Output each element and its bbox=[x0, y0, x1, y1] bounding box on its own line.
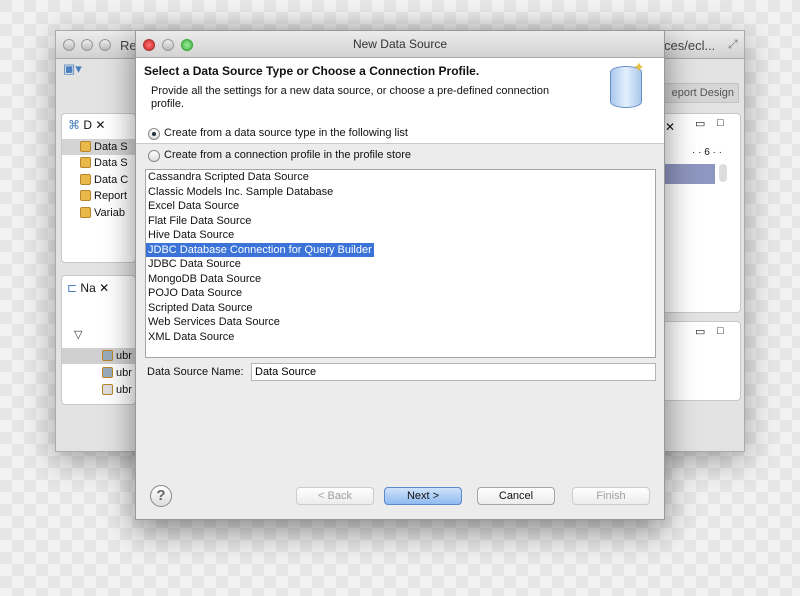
dialog-titlebar: New Data Source bbox=[136, 31, 664, 58]
nav-item[interactable]: ubr bbox=[102, 365, 132, 381]
list-item[interactable]: POJO Data Source bbox=[146, 286, 655, 301]
new-data-source-dialog: New Data Source Select a Data Source Typ… bbox=[135, 30, 665, 520]
list-item-label: Classic Models Inc. Sample Database bbox=[148, 185, 334, 198]
dialog-minimize-button[interactable] bbox=[162, 39, 174, 51]
list-item[interactable]: XML Data Source bbox=[146, 330, 655, 345]
list-item-label: JDBC Database Connection for Query Build… bbox=[146, 242, 374, 257]
data-source-name-input[interactable] bbox=[251, 363, 656, 381]
radio-create-from-profile[interactable] bbox=[148, 150, 160, 162]
dialog-title: New Data Source bbox=[352, 37, 448, 51]
list-item[interactable]: Scripted Data Source bbox=[146, 301, 655, 316]
tree-item-report-parameters[interactable]: Report bbox=[80, 188, 127, 204]
list-item-label: Scripted Data Source bbox=[148, 301, 253, 314]
dialog-heading: Select a Data Source Type or Choose a Co… bbox=[144, 64, 480, 78]
list-item[interactable]: Web Services Data Source bbox=[146, 315, 655, 330]
close-button[interactable] bbox=[63, 39, 75, 51]
list-item-label: Hive Data Source bbox=[148, 229, 235, 241]
list-item-label: Flat File Data Source bbox=[148, 214, 252, 227]
list-item[interactable]: MongoDB Data Source bbox=[146, 272, 655, 287]
list-item[interactable]: JDBC Database Connection for Query Build… bbox=[146, 242, 655, 257]
list-item-label: MongoDB Data Source bbox=[148, 272, 262, 285]
tree-item-data-cubes[interactable]: Data C bbox=[80, 172, 128, 188]
next-button[interactable]: Next > bbox=[384, 487, 462, 505]
list-item[interactable]: JDBC Data Source bbox=[146, 257, 655, 272]
properties-panel: ▭ □ bbox=[661, 321, 741, 401]
editor-panel: ✕ ▭ □ · · 6 · · bbox=[661, 113, 741, 313]
list-item[interactable]: Cassandra Scripted Data Source bbox=[146, 170, 655, 185]
collapse-triangle-icon[interactable]: ▽ bbox=[74, 328, 82, 341]
cancel-button[interactable]: Cancel bbox=[477, 487, 555, 505]
list-item-label: XML Data Source bbox=[148, 330, 235, 343]
list-item-label: JDBC Data Source bbox=[148, 258, 241, 270]
dialog-close-button[interactable] bbox=[143, 39, 155, 51]
maximize-icon[interactable]: □ bbox=[717, 117, 724, 129]
list-item[interactable]: Classic Models Inc. Sample Database bbox=[146, 185, 655, 200]
new-icon[interactable]: ▣▾ bbox=[63, 61, 82, 77]
help-icon[interactable]: ? bbox=[150, 485, 172, 507]
minimize-icon[interactable]: ▭ bbox=[695, 117, 705, 130]
dialog-zoom-button[interactable] bbox=[181, 39, 193, 51]
navigator-panel: ⊏ Na ✕ ▽ ubr ubr ubr bbox=[61, 275, 136, 405]
minimize-button[interactable] bbox=[81, 39, 93, 51]
maximize-icon[interactable]: □ bbox=[717, 325, 724, 337]
perspective-report-design[interactable]: eport Design bbox=[664, 83, 739, 103]
scrollbar[interactable] bbox=[719, 164, 727, 182]
list-item-label: Excel Data Source bbox=[148, 200, 240, 212]
fullscreen-icon[interactable]: ⤢ bbox=[728, 37, 738, 52]
table-header bbox=[662, 164, 715, 184]
nav-item[interactable]: ubr bbox=[102, 382, 132, 398]
tree-item-data-sources[interactable]: Data S bbox=[80, 139, 128, 155]
window-title-path: ces/ecl... bbox=[664, 38, 716, 53]
dialog-description: Provide all the settings for a new data … bbox=[151, 85, 550, 110]
radio-create-from-type-label[interactable]: Create from a data source type in the fo… bbox=[164, 127, 408, 139]
radio-create-from-type[interactable] bbox=[148, 128, 160, 140]
data-source-type-list[interactable]: Cassandra Scripted Data Source Classic Mo… bbox=[145, 169, 656, 358]
list-item-label: Web Services Data Source bbox=[148, 316, 280, 328]
back-button[interactable]: < Back bbox=[296, 487, 374, 505]
nav-item[interactable]: ubr bbox=[102, 348, 132, 364]
tree-item-data-sets[interactable]: Data S bbox=[80, 155, 128, 171]
tree-item-variables[interactable]: Variab bbox=[80, 205, 125, 221]
data-explorer-panel: ⌘ D ✕ Data S Data S Data C Report Variab bbox=[61, 113, 136, 263]
list-item[interactable]: Flat File Data Source bbox=[146, 214, 655, 229]
list-item[interactable]: Excel Data Source bbox=[146, 199, 655, 214]
finish-button[interactable]: Finish bbox=[572, 487, 650, 505]
minimize-icon[interactable]: ▭ bbox=[695, 325, 705, 338]
list-item-label: Cassandra Scripted Data Source bbox=[148, 171, 309, 183]
sparkle-icon: ✦ bbox=[633, 59, 645, 75]
ruler: · · 6 · · bbox=[692, 147, 722, 158]
navigator-tab[interactable]: ⊏ Na ✕ bbox=[67, 281, 109, 295]
zoom-button[interactable] bbox=[99, 39, 111, 51]
radio-create-from-profile-label[interactable]: Create from a connection profile in the … bbox=[164, 149, 411, 161]
list-item-label: POJO Data Source bbox=[148, 287, 243, 299]
close-tab-icon[interactable]: ✕ bbox=[665, 120, 675, 134]
data-explorer-tab[interactable]: ⌘ D ✕ bbox=[68, 118, 105, 132]
data-source-name-label: Data Source Name: bbox=[147, 366, 244, 378]
list-item[interactable]: Hive Data Source bbox=[146, 228, 655, 243]
